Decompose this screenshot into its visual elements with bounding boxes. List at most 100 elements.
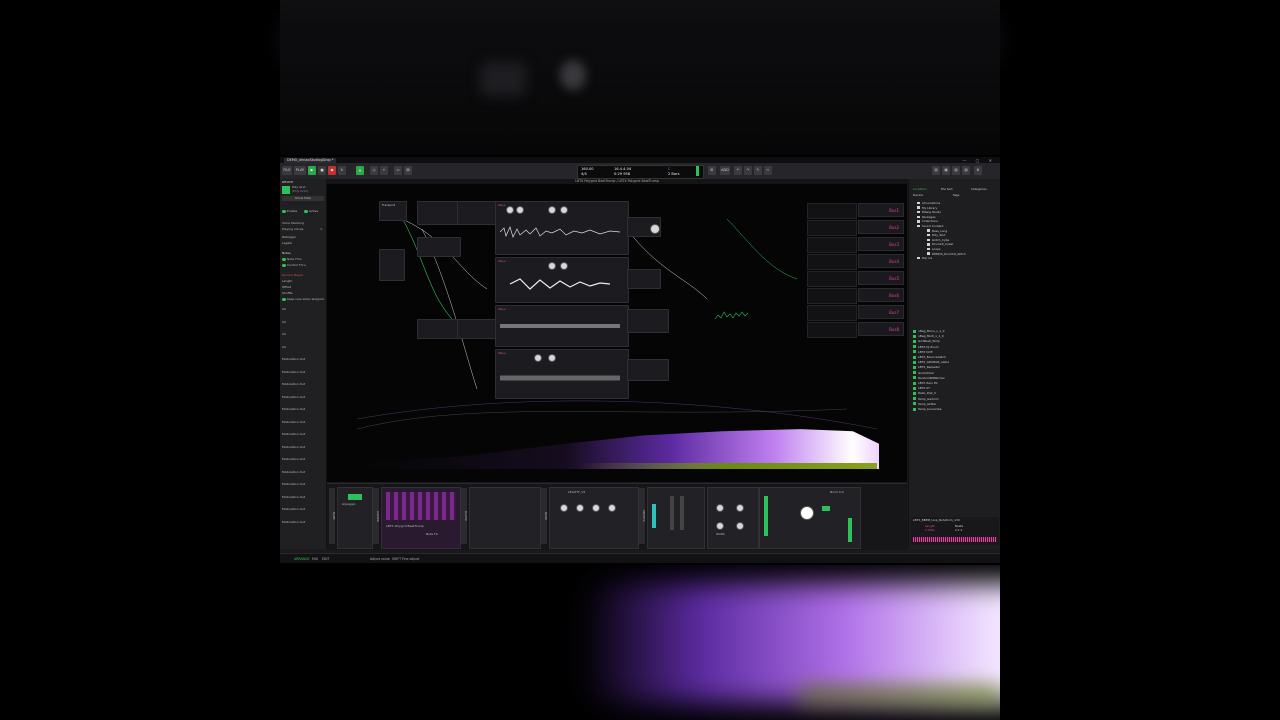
modulation-row[interactable]: Modulation Out bbox=[282, 357, 324, 362]
launch-quantize[interactable]: 2 Bars bbox=[668, 172, 679, 176]
lfo-module[interactable] bbox=[379, 249, 405, 281]
modulation-row[interactable]: All bbox=[282, 320, 324, 325]
grid-button[interactable]: ⊞ bbox=[708, 166, 716, 175]
undo-icon[interactable]: ↶ bbox=[734, 166, 742, 175]
view-button[interactable]: ▤ bbox=[404, 166, 412, 175]
modulation-row[interactable]: Modulation Out bbox=[282, 507, 324, 512]
arrange-tab[interactable]: ARRANGE bbox=[294, 557, 310, 561]
file-item[interactable]: nBeg_Multi_v_1_0 bbox=[913, 334, 993, 338]
location-item[interactable]: My Library bbox=[917, 206, 997, 210]
location-item[interactable]: Loops bbox=[927, 247, 1000, 251]
add-button[interactable]: ADD bbox=[720, 166, 730, 175]
chain-header[interactable]: LOUDER bbox=[373, 488, 379, 544]
sampler-module[interactable]: Wave bbox=[495, 349, 629, 399]
chain-header[interactable]: NOISE bbox=[541, 488, 547, 544]
bus-output[interactable]: Bus5 bbox=[858, 271, 904, 285]
trigger-module[interactable] bbox=[417, 237, 461, 257]
mixer-module[interactable] bbox=[627, 217, 661, 237]
knob[interactable] bbox=[548, 262, 556, 270]
audio-preview[interactable]: LBTX_BBEM_loop_Notefrom_130 Length 2.436… bbox=[911, 517, 999, 545]
bus-output[interactable]: Bus1 bbox=[858, 203, 904, 217]
modulation-row[interactable]: Modulation Out bbox=[282, 470, 324, 475]
pencil-icon[interactable]: ✎ bbox=[754, 166, 762, 175]
modulation-row[interactable]: Modulation Out bbox=[282, 432, 324, 437]
knob[interactable] bbox=[560, 206, 568, 214]
file-item[interactable]: LBTX ST bbox=[913, 386, 993, 390]
knob[interactable] bbox=[548, 206, 556, 214]
show-help-button[interactable]: Show Help bbox=[282, 196, 324, 201]
grid-canvas[interactable]: LBTX Polygrid BeatTrump / LBTX Polygrid … bbox=[327, 179, 907, 482]
stereo-device[interactable]: Width bbox=[707, 487, 759, 549]
legott-device[interactable]: LEGOTT_V2 bbox=[549, 487, 639, 549]
bus-router[interactable] bbox=[807, 271, 857, 287]
file-item[interactable]: QuickSlicer bbox=[913, 371, 993, 375]
mix-tab[interactable]: MIX bbox=[312, 557, 318, 561]
trigger-module[interactable] bbox=[417, 319, 461, 339]
bus-router[interactable] bbox=[807, 237, 857, 253]
scissors-icon[interactable]: ✂ bbox=[764, 166, 772, 175]
bus-router[interactable] bbox=[807, 322, 857, 338]
layout-button[interactable]: ▭ bbox=[394, 166, 402, 175]
control-thru-toggle[interactable]: Control Thru bbox=[282, 263, 324, 268]
chain-header[interactable]: PRESETS bbox=[639, 488, 645, 544]
knob[interactable] bbox=[560, 504, 568, 512]
ratio-knob[interactable] bbox=[800, 506, 814, 520]
file-item[interactable]: LBTX Zero Pb bbox=[913, 381, 993, 385]
knob[interactable] bbox=[716, 504, 724, 512]
retrigger-label[interactable]: Retrigger bbox=[282, 235, 324, 240]
offset-row[interactable]: Offset bbox=[282, 285, 324, 290]
active-toggle[interactable]: Active bbox=[304, 209, 324, 214]
file-item[interactable]: Temp_bounsribe bbox=[913, 407, 993, 411]
edit-tab[interactable]: EDIT bbox=[322, 557, 329, 561]
knob[interactable] bbox=[736, 522, 744, 530]
mode-toggle[interactable] bbox=[822, 506, 830, 511]
modulation-row[interactable]: Modulation Out bbox=[282, 520, 324, 525]
modulation-row[interactable]: Modulation Out bbox=[282, 482, 324, 487]
chain-header[interactable]: NAME bbox=[329, 488, 335, 544]
panel-toggle-icon[interactable]: ▧ bbox=[952, 166, 960, 175]
shaper-device[interactable] bbox=[647, 487, 705, 549]
overdub-button[interactable]: + bbox=[380, 166, 388, 175]
knob[interactable] bbox=[576, 504, 584, 512]
drum-machine-device[interactable] bbox=[469, 487, 541, 549]
keep-toggle[interactable]: Keep new when stopped bbox=[282, 297, 324, 302]
mixer-module[interactable] bbox=[627, 269, 661, 289]
bus-router[interactable] bbox=[807, 203, 857, 219]
legato-label[interactable]: Legato bbox=[282, 241, 324, 246]
modulation-row[interactable]: Modulation Out bbox=[282, 382, 324, 387]
knob[interactable] bbox=[736, 504, 744, 512]
modulation-row[interactable]: Modulation Out bbox=[282, 420, 324, 425]
trigger-module[interactable] bbox=[417, 201, 461, 225]
stop-button[interactable]: ■ bbox=[318, 166, 326, 175]
knob[interactable] bbox=[592, 504, 600, 512]
polygrid-device[interactable]: LBTX Polygrid BeatTrump Note FX bbox=[381, 487, 461, 549]
shuffle-row[interactable]: Shuffle bbox=[282, 291, 324, 296]
knob[interactable] bbox=[608, 504, 616, 512]
knob[interactable] bbox=[560, 262, 568, 270]
location-item[interactable]: Poly_Stut bbox=[927, 233, 1000, 237]
location-item[interactable]: Sound Content bbox=[917, 224, 997, 228]
arpeggiator-device[interactable]: Arpeggio bbox=[337, 487, 373, 549]
browser-tab-categories[interactable]: Categories bbox=[971, 187, 999, 191]
chain-header[interactable]: PLAYER bbox=[461, 488, 467, 544]
record-button[interactable]: ● bbox=[328, 166, 336, 175]
modulation-row[interactable]: All bbox=[282, 332, 324, 337]
modulation-row[interactable]: Modulation Out bbox=[282, 370, 324, 375]
file-item[interactable]: LBTX DJ Zoom bbox=[913, 345, 993, 349]
length-row[interactable]: Length bbox=[282, 279, 324, 284]
mixer-module[interactable] bbox=[627, 359, 669, 381]
modulation-row[interactable]: All bbox=[282, 307, 324, 312]
punch-button[interactable]: ◎ bbox=[370, 166, 378, 175]
loop-button[interactable]: ↻ bbox=[338, 166, 346, 175]
signature-readout[interactable]: 4/4 bbox=[581, 172, 587, 176]
file-item[interactable]: Temp_Gadmm bbox=[913, 397, 993, 401]
bus-output[interactable]: Bus7 bbox=[858, 305, 904, 319]
trigger-module[interactable] bbox=[457, 201, 499, 225]
tempo-readout[interactable]: 160.00 bbox=[581, 167, 594, 171]
panel-toggle-icon[interactable]: ▥ bbox=[932, 166, 940, 175]
file-item[interactable]: RandomBitPatcher bbox=[913, 376, 993, 380]
location-item[interactable]: DEMOS_Drumkit_Glitch bbox=[927, 252, 1000, 256]
mixer-module[interactable] bbox=[627, 309, 669, 333]
filter-tags[interactable]: Tags bbox=[953, 193, 983, 197]
transport-module[interactable]: Transport bbox=[379, 201, 407, 221]
